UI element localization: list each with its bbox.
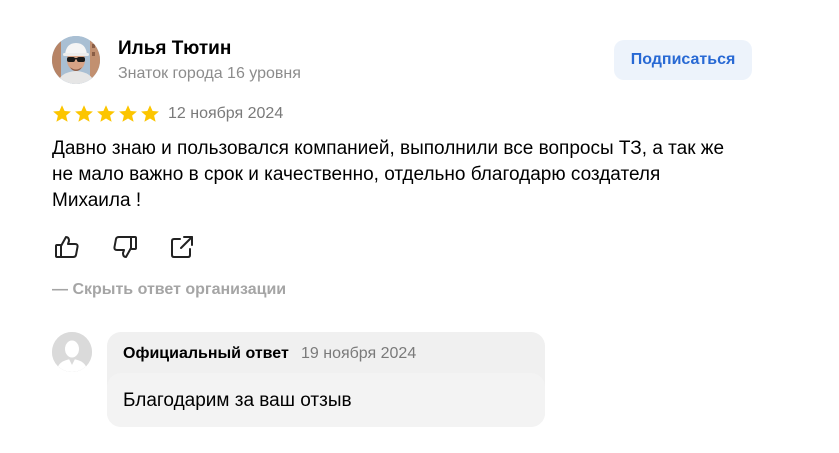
star-icon: [96, 104, 116, 124]
star-icon: [52, 104, 72, 124]
hide-org-reply-link[interactable]: — Скрыть ответ организации: [52, 280, 286, 300]
review-text: Давно знаю и пользовался компанией, выпо…: [52, 138, 725, 211]
star-icon: [118, 104, 138, 124]
author-name[interactable]: Илья Тютин: [118, 37, 231, 61]
review-date: 12 ноября 2024: [168, 105, 284, 122]
thumbs-down-icon: [112, 234, 138, 260]
author-avatar[interactable]: [52, 36, 100, 84]
author-rank: Знаток города 16 уровня: [118, 65, 301, 82]
dislike-button[interactable]: [112, 234, 138, 260]
rating-stars: [52, 104, 160, 124]
subscribe-button[interactable]: Подписаться: [614, 40, 752, 80]
official-reply-text: Благодарим за ваш отзыв: [123, 390, 352, 411]
official-reply-label: Официальный ответ: [123, 345, 289, 362]
thumbs-up-icon: [54, 234, 80, 260]
organization-avatar: [52, 332, 92, 372]
official-reply-body: Благодарим за ваш отзыв: [107, 373, 545, 427]
star-icon: [140, 104, 160, 124]
official-reply-card: Официальный ответ 19 ноября 2024 Благода…: [107, 332, 545, 427]
share-icon: [169, 234, 195, 260]
share-button[interactable]: [169, 234, 195, 260]
like-button[interactable]: [54, 234, 80, 260]
official-reply-date: 19 ноября 2024: [301, 345, 417, 362]
star-icon: [74, 104, 94, 124]
